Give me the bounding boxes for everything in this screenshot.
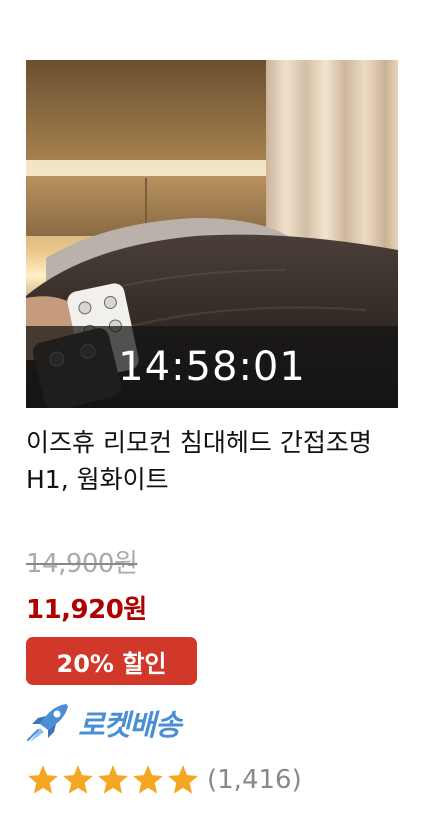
product-card[interactable]: 14:58:01 이즈휴 리모컨 침대헤드 간접조명 H1, 웜화이트 14,9… [0,0,425,832]
product-image[interactable]: 14:58:01 [26,60,398,408]
rocket-icon [27,704,68,742]
star-icon [28,765,58,794]
star-rating [26,763,201,797]
rating-row: (1,416) [26,761,302,799]
discount-badge: 20% 할인 [26,637,197,685]
star-icon [133,765,163,794]
countdown-timer: 14:58:01 [118,344,306,390]
countdown-overlay: 14:58:01 [26,326,398,408]
star-icon [168,765,198,794]
star-icon [63,765,93,794]
sale-price: 11,920원 [26,595,147,625]
original-price: 14,900원 [26,549,138,579]
delivery-label: 로켓배송 [78,708,182,742]
discount-label: 20% 할인 [56,649,167,678]
review-count: (1,416) [207,765,302,795]
product-title[interactable]: 이즈휴 리모컨 침대헤드 간접조명 H1, 웜화이트 [26,424,398,498]
star-icon [98,765,128,794]
delivery-badge: 로켓배송 [26,700,182,746]
